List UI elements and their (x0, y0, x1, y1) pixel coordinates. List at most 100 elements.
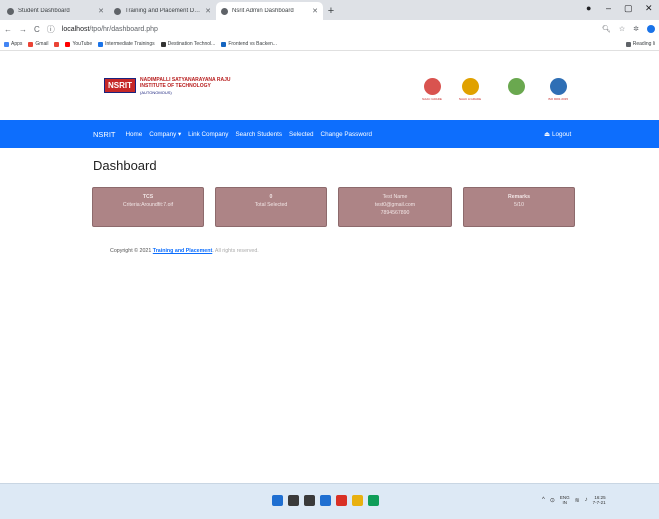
accreditation-badge-4: ISO 9001:2015 (548, 78, 568, 106)
chevron-up-icon[interactable]: ^ (542, 497, 545, 503)
star-icon[interactable]: ☆ (619, 25, 625, 33)
reload-icon[interactable]: C (34, 25, 40, 34)
url-path: /tpo/hr/dashboard.php (89, 25, 158, 33)
language-indicator[interactable]: ENG IN (560, 495, 570, 505)
company-card[interactable]: TCS Criteria:Aroundfit:7.oif (92, 187, 204, 227)
forward-icon[interactable]: → (19, 25, 27, 34)
tab-title: Training and Placement Dashbo (125, 8, 201, 14)
search-icon[interactable] (288, 495, 299, 506)
info-icon[interactable]: ⓘ (47, 24, 55, 35)
footer: Copyright © 2021 Training and Placement.… (110, 248, 259, 254)
iso-icon (549, 78, 567, 95)
youtube-icon (65, 41, 71, 47)
nav-brand[interactable]: NSRIT (93, 130, 116, 139)
address-bar: ← → C ⓘ localhost/tpo/hr/dashboard.php 🔍… (0, 20, 659, 38)
card-email: test0@gmail.com (374, 202, 416, 208)
tab-title: Nsrit Admin Dashboard (232, 8, 294, 14)
page-title: Dashboard (93, 158, 157, 173)
clock[interactable]: 16:25 7-7-21 (593, 495, 606, 505)
bookmark-destination[interactable]: Destination Technol... (160, 41, 215, 47)
nav-item-link-company[interactable]: Link Company (188, 131, 228, 138)
tab-student-dashboard[interactable]: Student Dashboard ✕ (2, 2, 109, 20)
taskbar-icons (272, 495, 379, 506)
accreditation-badge-3 (506, 78, 526, 106)
close-icon[interactable]: ✕ (205, 7, 211, 15)
nav-item-home[interactable]: Home (126, 131, 143, 138)
nav-item-search-students[interactable]: Search Students (235, 131, 282, 138)
student-card[interactable]: Test Name test0@gmail.com 7894567890 (338, 187, 452, 227)
college-logo[interactable]: NSRIT NADIMPALLI SATYANARAYANA RAJU INST… (104, 77, 230, 95)
bookmark-youtube[interactable]: YouTube (65, 41, 92, 47)
card-heading: Remarks (508, 194, 530, 200)
extensions-icon[interactable]: ✲ (633, 25, 639, 33)
tab-training-placement[interactable]: Training and Placement Dashbo ✕ (109, 2, 216, 20)
reading-list-icon (625, 41, 631, 47)
bookmark-label: Apps (11, 41, 23, 47)
close-icon[interactable]: ✕ (312, 7, 318, 15)
bookmark-frontend[interactable]: Frontend vs Backen... (221, 41, 277, 47)
badge-caption: NAAC A GRADE (458, 97, 482, 101)
volume-icon[interactable]: ♪ (585, 497, 588, 503)
card-detail: Total Selected (254, 202, 288, 208)
accreditation-badge-2: NAAC A GRADE (458, 78, 482, 106)
card-heading: TCS (142, 194, 154, 200)
summary-cards: TCS Criteria:Aroundfit:7.oif 0 Total Sel… (92, 187, 575, 227)
card-heading: 0 (269, 194, 273, 200)
folder-icon[interactable] (352, 495, 363, 506)
profile-icon[interactable] (647, 25, 655, 33)
logout-link[interactable]: ⏏ Logout (544, 131, 571, 138)
close-window-button[interactable]: ✕ (645, 3, 653, 14)
card-heading: Test Name (382, 194, 408, 200)
nav-item-selected[interactable]: Selected (289, 131, 314, 138)
start-icon[interactable] (272, 495, 283, 506)
chrome-icon[interactable] (336, 495, 347, 506)
url-field[interactable]: localhost/tpo/hr/dashboard.php (62, 26, 158, 33)
bookmark-label: YouTube (72, 41, 93, 47)
region-code: IN (562, 500, 567, 505)
card-detail: 5/10 (513, 202, 525, 208)
card-detail: Criteria:Aroundfit:7.oif (122, 202, 174, 208)
minimize-button[interactable]: – (606, 3, 611, 13)
apps-icon (4, 41, 9, 47)
wifi-icon[interactable]: ≋ (575, 497, 580, 504)
reading-list[interactable]: Reading li (625, 41, 655, 47)
remarks-card[interactable]: Remarks 5/10 (463, 187, 575, 227)
badge-caption: ISO 9001:2015 (547, 97, 569, 101)
system-tray: ^ ⊙ ENG IN ≋ ♪ 16:25 7-7-21 (542, 495, 606, 505)
task-view-icon[interactable] (320, 495, 331, 506)
site-icon (98, 41, 104, 47)
bookmark-trainings[interactable]: Intermediate Trainings (98, 41, 155, 47)
bookmark-apps[interactable]: Apps (4, 41, 22, 47)
badge-caption: NAAC GRADE (422, 97, 442, 101)
logout-icon: ⏏ (544, 130, 550, 138)
award-icon (507, 78, 525, 95)
tab-strip: Student Dashboard ✕ Training and Placeme… (0, 0, 659, 20)
profile-circle-icon[interactable]: ● (586, 3, 591, 13)
footer-link[interactable]: Training and Placement (153, 248, 212, 254)
nav-item-change-password[interactable]: Change Password (321, 131, 372, 138)
zoom-icon[interactable]: 🔍︎ (602, 25, 611, 33)
site-header: NSRIT NADIMPALLI SATYANARAYANA RAJU INST… (0, 51, 659, 120)
file-explorer-icon[interactable] (304, 495, 315, 506)
total-selected-card[interactable]: 0 Total Selected (215, 187, 327, 227)
taskbar: ^ ⊙ ENG IN ≋ ♪ 16:25 7-7-21 (0, 483, 659, 519)
tab-title: Student Dashboard (18, 8, 70, 14)
award-icon (461, 78, 479, 95)
chrome-icon[interactable] (368, 495, 379, 506)
address-bar-actions: 🔍︎ ☆ ✲ (602, 25, 655, 33)
favicon-icon (221, 7, 228, 15)
bookmark-label: Gmail (35, 41, 49, 47)
logout-label: Logout (551, 130, 572, 138)
bookmark-gmail-2[interactable] (54, 41, 60, 47)
maximize-button[interactable]: ▢ (624, 3, 633, 14)
close-icon[interactable]: ✕ (98, 7, 104, 15)
favicon-icon (114, 7, 121, 15)
new-tab-button[interactable]: + (323, 2, 339, 20)
bookmark-gmail[interactable]: Gmail (28, 41, 48, 47)
card-phone: 7894567890 (380, 210, 410, 216)
network-icon[interactable]: ⊙ (550, 497, 555, 504)
back-icon[interactable]: ← (4, 25, 12, 34)
logo-tag: (AUTONOMOUS) (140, 89, 172, 95)
nav-item-company-dropdown[interactable]: Company ▾ (149, 131, 181, 138)
tab-admin-dashboard[interactable]: Nsrit Admin Dashboard ✕ (216, 2, 323, 20)
